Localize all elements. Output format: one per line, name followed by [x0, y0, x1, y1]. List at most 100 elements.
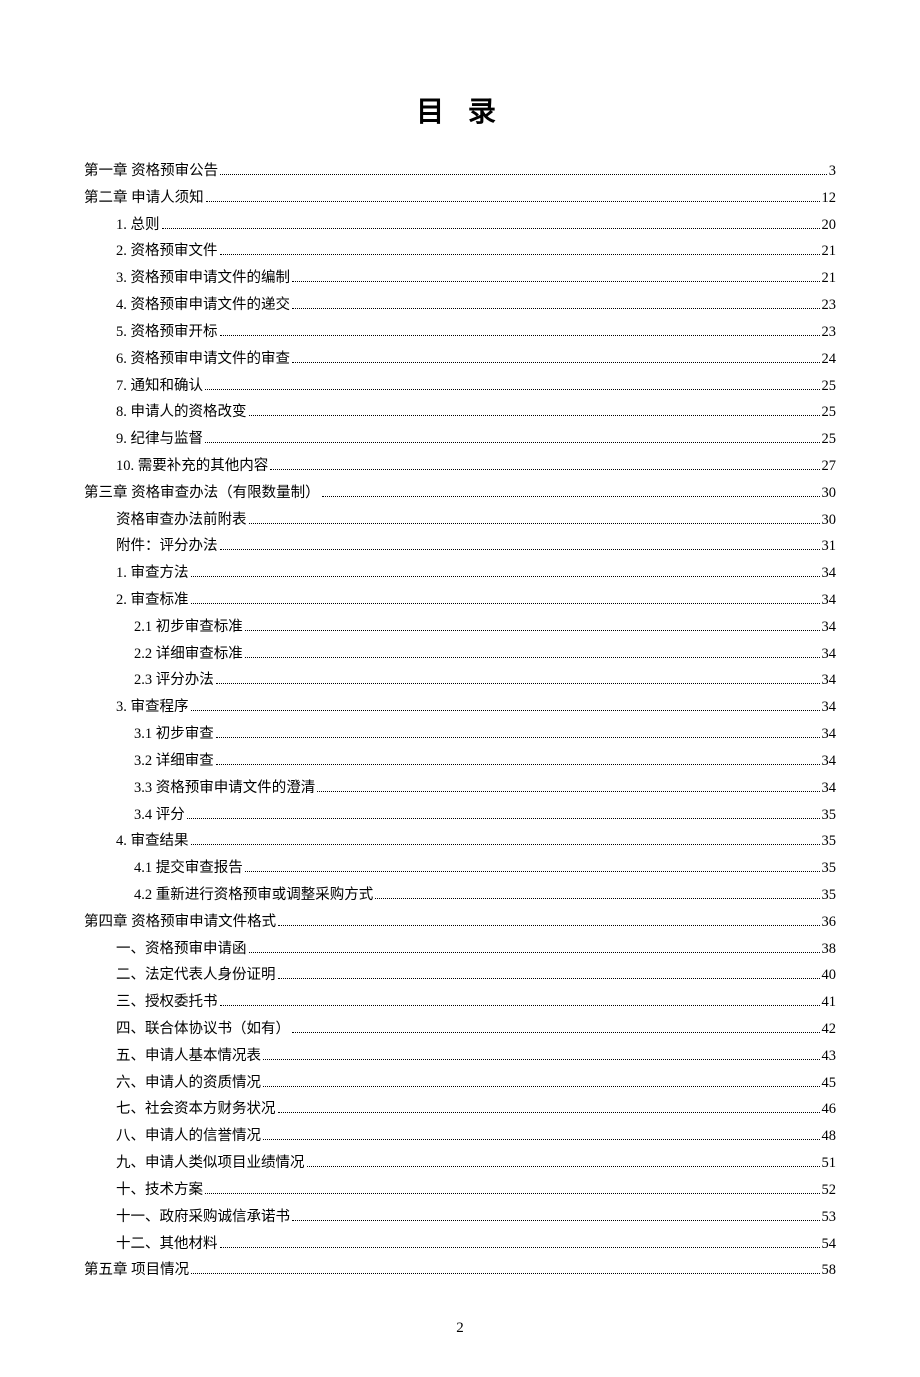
toc-entry-label: 第四章 资格预审申请文件格式 — [84, 909, 276, 936]
toc-entry-label: 2.2 详细审查标准 — [134, 641, 243, 668]
toc-entry: 十、技术方案52 — [84, 1177, 836, 1204]
toc-leader-dots — [187, 818, 820, 819]
toc-entry: 十二、其他材料54 — [84, 1231, 836, 1258]
toc-entry-page: 35 — [822, 882, 837, 909]
toc-entry-label: 2.1 初步审查标准 — [134, 614, 243, 641]
toc-entry-page: 43 — [822, 1043, 837, 1070]
toc-entry-label: 3. 资格预审申请文件的编制 — [116, 265, 290, 292]
toc-entry-label: 8. 申请人的资格改变 — [116, 399, 247, 426]
table-of-contents: 第一章 资格预审公告3第二章 申请人须知121. 总则202. 资格预审文件21… — [84, 158, 836, 1284]
toc-leader-dots — [249, 415, 820, 416]
toc-entry-page: 12 — [822, 185, 837, 212]
toc-entry-label: 十、技术方案 — [116, 1177, 203, 1204]
toc-entry: 三、授权委托书 41 — [84, 989, 836, 1016]
toc-entry-page: 3 — [829, 158, 836, 185]
toc-entry: 9. 纪律与监督25 — [84, 426, 836, 453]
toc-leader-dots — [270, 469, 819, 470]
toc-leader-dots — [220, 254, 820, 255]
toc-entry: 1. 总则20 — [84, 212, 836, 239]
toc-entry-page: 34 — [822, 748, 837, 775]
toc-entry-page: 35 — [822, 855, 837, 882]
toc-entry: 6. 资格预审申请文件的审查24 — [84, 346, 836, 373]
toc-entry: 八、申请人的信誉情况48 — [84, 1123, 836, 1150]
toc-entry-label: 十二、其他材料 — [116, 1231, 218, 1258]
toc-entry: 第一章 资格预审公告3 — [84, 158, 836, 185]
toc-entry: 一、资格预审申请函38 — [84, 936, 836, 963]
toc-entry: 第四章 资格预审申请文件格式36 — [84, 909, 836, 936]
toc-entry-label: 十一、政府采购诚信承诺书 — [116, 1204, 290, 1231]
toc-leader-dots — [216, 764, 820, 765]
toc-entry: 2. 资格预审文件21 — [84, 238, 836, 265]
toc-entry: 3.1 初步审查34 — [84, 721, 836, 748]
toc-entry: 7. 通知和确认25 — [84, 373, 836, 400]
toc-leader-dots — [292, 1032, 820, 1033]
toc-entry: 2.3 评分办法 34 — [84, 667, 836, 694]
toc-leader-dots — [375, 898, 819, 899]
toc-entry-page: 34 — [822, 641, 837, 668]
toc-entry-label: 4. 资格预审申请文件的递交 — [116, 292, 290, 319]
toc-entry-label: 3.1 初步审查 — [134, 721, 214, 748]
toc-entry: 二、法定代表人身份证明 40 — [84, 962, 836, 989]
toc-entry-page: 41 — [822, 989, 837, 1016]
toc-leader-dots — [220, 549, 820, 550]
toc-entry-label: 3. 审查程序 — [116, 694, 189, 721]
toc-entry-label: 2.3 评分办法 — [134, 667, 214, 694]
page-number: 2 — [84, 1320, 836, 1337]
toc-entry-label: 1. 审查方法 — [116, 560, 189, 587]
toc-leader-dots — [278, 1112, 820, 1113]
toc-entry-page: 35 — [822, 828, 837, 855]
toc-entry-page: 20 — [822, 212, 837, 239]
toc-leader-dots — [278, 925, 819, 926]
toc-entry: 第五章 项目情况 58 — [84, 1257, 836, 1284]
toc-entry-label: 3.3 资格预审申请文件的澄清 — [134, 775, 315, 802]
toc-leader-dots — [292, 362, 820, 363]
toc-entry-page: 25 — [822, 373, 837, 400]
toc-entry: 4. 资格预审申请文件的递交 23 — [84, 292, 836, 319]
toc-leader-dots — [292, 281, 820, 282]
toc-entry-page: 40 — [822, 962, 837, 989]
toc-entry: 2.1 初步审查标准34 — [84, 614, 836, 641]
toc-entry-page: 46 — [822, 1096, 837, 1123]
toc-entry: 3. 资格预审申请文件的编制21 — [84, 265, 836, 292]
toc-leader-dots — [263, 1139, 820, 1140]
toc-leader-dots — [245, 657, 820, 658]
toc-entry-label: 第五章 项目情况 — [84, 1257, 189, 1284]
toc-entry: 五、申请人基本情况表 43 — [84, 1043, 836, 1070]
toc-entry: 四、联合体协议书（如有）42 — [84, 1016, 836, 1043]
toc-entry-page: 58 — [822, 1257, 837, 1284]
toc-entry-page: 34 — [822, 587, 837, 614]
toc-entry-page: 34 — [822, 560, 837, 587]
toc-entry: 10. 需要补充的其他内容27 — [84, 453, 836, 480]
toc-entry: 六、申请人的资质情况45 — [84, 1070, 836, 1097]
toc-leader-dots — [162, 228, 820, 229]
toc-entry-label: 4.1 提交审查报告 — [134, 855, 243, 882]
toc-leader-dots — [317, 791, 819, 792]
toc-leader-dots — [245, 630, 820, 631]
toc-entry-label: 二、法定代表人身份证明 — [116, 962, 276, 989]
toc-entry-label: 3.2 详细审查 — [134, 748, 214, 775]
document-title: 目 录 — [84, 90, 836, 130]
toc-entry-label: 3.4 评分 — [134, 802, 185, 829]
toc-leader-dots — [292, 308, 820, 309]
toc-entry-label: 三、授权委托书 — [116, 989, 218, 1016]
toc-entry-label: 2. 资格预审文件 — [116, 238, 218, 265]
toc-leader-dots — [206, 201, 820, 202]
toc-entry: 4.1 提交审查报告 35 — [84, 855, 836, 882]
toc-entry-page: 35 — [822, 802, 837, 829]
toc-entry: 九、申请人类似项目业绩情况51 — [84, 1150, 836, 1177]
toc-entry-page: 42 — [822, 1016, 837, 1043]
toc-entry: 七、社会资本方财务状况 46 — [84, 1096, 836, 1123]
toc-leader-dots — [278, 978, 820, 979]
toc-entry-label: 10. 需要补充的其他内容 — [116, 453, 268, 480]
toc-entry: 第三章 资格审查办法（有限数量制）30 — [84, 480, 836, 507]
toc-entry-label: 6. 资格预审申请文件的审查 — [116, 346, 290, 373]
toc-entry-label: 五、申请人基本情况表 — [116, 1043, 261, 1070]
toc-entry: 3. 审查程序34 — [84, 694, 836, 721]
toc-entry-page: 23 — [822, 292, 837, 319]
toc-entry-label: 七、社会资本方财务状况 — [116, 1096, 276, 1123]
toc-leader-dots — [263, 1086, 820, 1087]
toc-entry-page: 34 — [822, 667, 837, 694]
toc-entry-label: 一、资格预审申请函 — [116, 936, 247, 963]
toc-leader-dots — [191, 603, 820, 604]
toc-entry: 3.2 详细审查 34 — [84, 748, 836, 775]
